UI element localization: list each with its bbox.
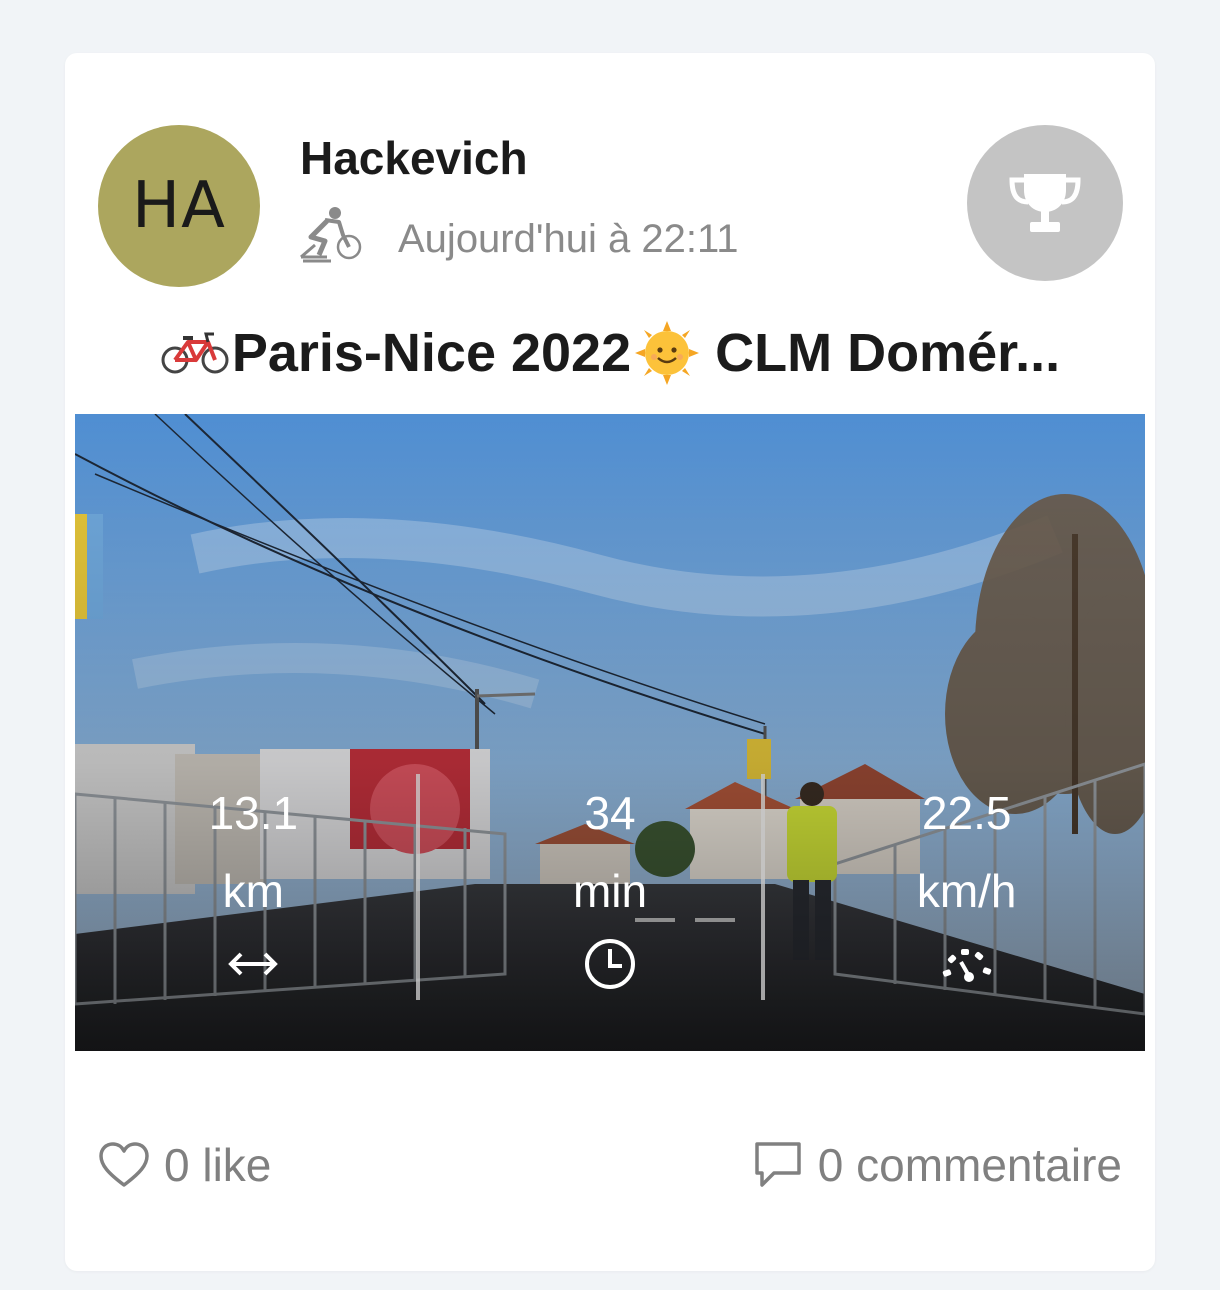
activity-card[interactable]: HA Hackevich Aujourd'hui à 22:11 Paris-N… <box>65 53 1155 1271</box>
avatar-initials: HA <box>132 169 226 243</box>
like-button[interactable]: 0 like <box>98 1138 271 1192</box>
trophy-icon <box>1009 174 1081 232</box>
stat-divider <box>416 774 420 1000</box>
heart-icon <box>99 1142 149 1187</box>
stat-divider <box>761 774 765 1000</box>
stat-speed-unit: km/h <box>916 865 1017 917</box>
stat-duration-unit: min <box>572 865 648 917</box>
title-text-part2: CLM Domér... <box>715 323 1061 383</box>
activity-stats: 13.1 km 34 min 22.5 km/h <box>75 774 1145 1014</box>
activity-timestamp: Aujourd'hui à 22:11 <box>398 217 739 261</box>
comment-count: 0 commentaire <box>817 1139 1122 1191</box>
stat-duration-value: 34 <box>584 787 636 839</box>
speedometer-icon <box>942 949 991 982</box>
stat-duration: 34 min <box>432 774 789 1014</box>
like-count: 0 like <box>164 1139 272 1191</box>
sun-with-face-emoji <box>635 321 700 385</box>
username[interactable]: Hackevich <box>300 131 528 185</box>
activity-photo[interactable]: 13.1 km 34 min 22.5 km/h <box>75 414 1145 1051</box>
stat-speed-value: 22.5 <box>921 787 1012 839</box>
comment-bubble-icon <box>755 1142 801 1187</box>
distance-arrows-icon <box>228 952 279 976</box>
title-text-part1: Paris-Nice 2022 <box>231 323 632 383</box>
avatar[interactable]: HA <box>98 125 260 287</box>
cyclist-icon <box>300 207 362 263</box>
clock-icon <box>585 939 635 989</box>
bicycle-emoji <box>161 332 229 374</box>
stat-distance-value: 13.1 <box>208 787 299 839</box>
trophy-button[interactable] <box>967 125 1123 281</box>
comment-button[interactable]: 0 commentaire <box>754 1138 1122 1192</box>
stat-distance: 13.1 km <box>75 774 432 1014</box>
stat-speed: 22.5 km/h <box>788 774 1145 1014</box>
stat-distance-unit: km <box>222 865 284 917</box>
activity-title[interactable]: Paris-Nice 2022 CLM Domér... <box>65 321 1155 385</box>
